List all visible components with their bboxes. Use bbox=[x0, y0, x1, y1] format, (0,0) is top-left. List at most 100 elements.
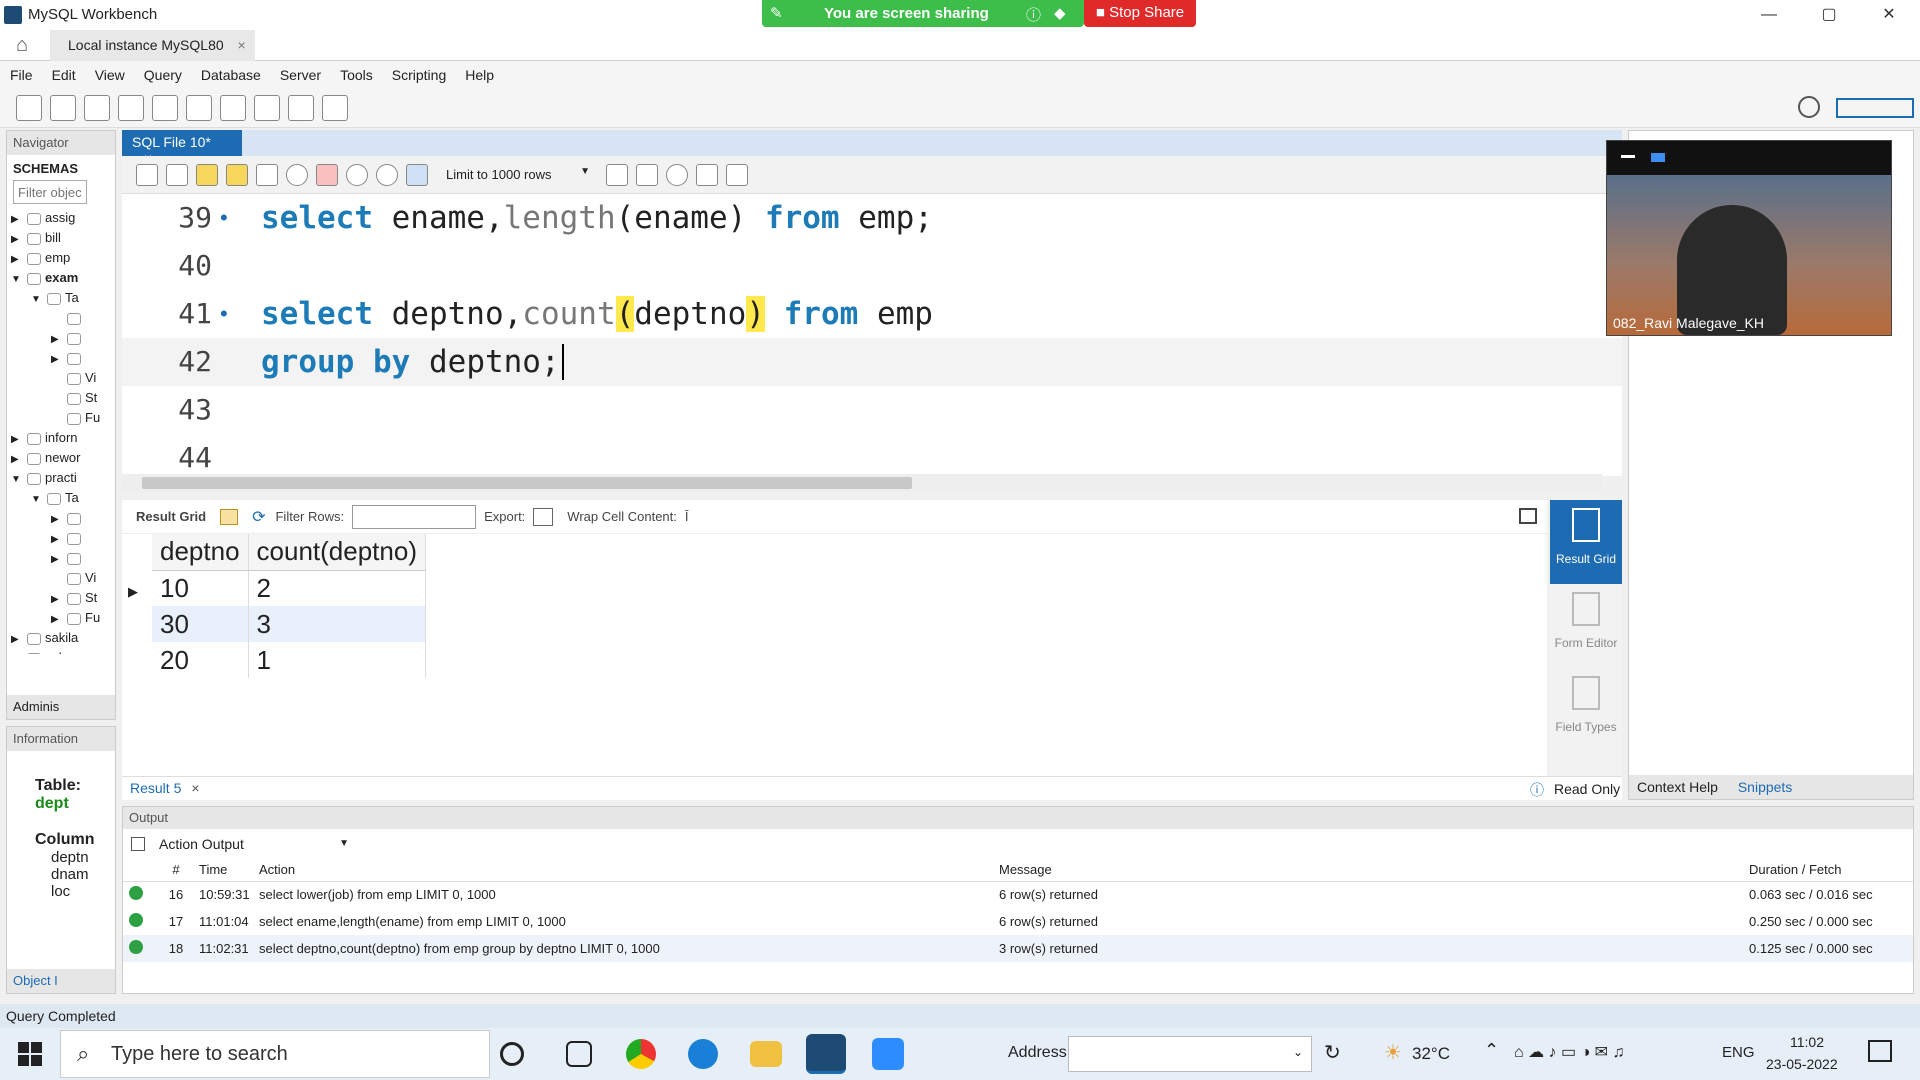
cell[interactable]: 3 bbox=[248, 606, 426, 642]
chevron-right-icon[interactable]: ▶ bbox=[51, 554, 63, 565]
create-table-icon[interactable] bbox=[152, 94, 178, 121]
cell[interactable]: 20 bbox=[152, 642, 249, 678]
clock-time[interactable]: 11:02 bbox=[1790, 1034, 1824, 1050]
create-procedure-icon[interactable] bbox=[220, 94, 246, 121]
cell[interactable]: 30 bbox=[152, 606, 249, 642]
schema-tree-item[interactable]: Vi bbox=[7, 370, 115, 390]
table-row[interactable]: 30 3 bbox=[152, 606, 426, 642]
stop-query-icon[interactable] bbox=[286, 163, 308, 186]
chevron-right-icon[interactable]: ▶ bbox=[51, 594, 63, 605]
open-sql-script-icon[interactable] bbox=[50, 94, 76, 121]
mysql-workbench-taskbar-icon[interactable] bbox=[806, 1034, 846, 1074]
menu-edit[interactable]: Edit bbox=[52, 67, 76, 83]
schema-tree-item[interactable] bbox=[7, 310, 115, 330]
maximize-button[interactable]: ▢ bbox=[1800, 0, 1858, 30]
close-tab-icon[interactable]: × bbox=[238, 37, 246, 53]
minimize-video-icon[interactable] bbox=[1621, 155, 1635, 158]
chevron-down-icon[interactable]: ▼ bbox=[11, 274, 23, 285]
table-row[interactable]: 20 1 bbox=[152, 642, 426, 678]
windows-start-icon[interactable] bbox=[18, 1042, 42, 1066]
chevron-right-icon[interactable]: ▶ bbox=[51, 614, 63, 625]
wrap-cell-icon[interactable]: Ī bbox=[685, 509, 689, 524]
reconnect-icon[interactable] bbox=[322, 94, 348, 121]
create-schema-icon[interactable] bbox=[118, 94, 144, 121]
notifications-icon[interactable] bbox=[1868, 1040, 1892, 1062]
new-sql-tab-icon[interactable] bbox=[16, 94, 42, 121]
view-mode-icon[interactable] bbox=[1651, 153, 1665, 162]
result-grid-side-tab[interactable]: Result Grid bbox=[1550, 500, 1622, 584]
schema-tree-item[interactable]: ▶ St bbox=[7, 590, 115, 610]
connection-tab[interactable]: Local instance MySQL80 × bbox=[50, 30, 255, 61]
output-type-select[interactable]: Action Output ▼ bbox=[159, 836, 349, 852]
search-table-data-icon[interactable] bbox=[288, 94, 314, 121]
table-row[interactable]: 18 11:02:31 select deptno,count(deptno) … bbox=[123, 935, 1913, 962]
create-view-icon[interactable] bbox=[186, 94, 212, 121]
cell[interactable]: 1 bbox=[248, 642, 426, 678]
layout-toggle-icon[interactable] bbox=[1836, 98, 1914, 118]
grid-icon[interactable] bbox=[220, 508, 239, 525]
minimize-button[interactable]: — bbox=[1740, 0, 1798, 30]
chevron-down-icon[interactable]: ▼ bbox=[31, 494, 43, 505]
cell[interactable]: 10 bbox=[152, 570, 249, 606]
schema-tree-item[interactable]: Fu bbox=[7, 410, 115, 430]
snippets-tab[interactable]: Snippets bbox=[1738, 779, 1792, 795]
schema-tree-item[interactable]: ▼ Ta bbox=[7, 490, 115, 510]
execute-current-icon[interactable] bbox=[226, 163, 248, 186]
wrap-lines-icon[interactable] bbox=[726, 163, 748, 186]
inspector-icon[interactable] bbox=[84, 94, 110, 121]
chevron-right-icon[interactable]: ▶ bbox=[11, 634, 23, 645]
sql-editor[interactable]: 39 • select ename,length(ename) from emp… bbox=[122, 194, 1622, 476]
limit-rows-select[interactable]: Limit to 1000 rows ▼ bbox=[442, 162, 592, 188]
schema-tree-item[interactable]: ▶ sakila bbox=[7, 630, 115, 650]
shield-icon[interactable]: ◆ bbox=[1054, 4, 1066, 22]
menu-scripting[interactable]: Scripting bbox=[392, 67, 446, 83]
home-icon[interactable]: ⌂ bbox=[16, 34, 28, 57]
task-view-icon[interactable] bbox=[566, 1041, 592, 1067]
schema-tree-item[interactable]: St bbox=[7, 390, 115, 410]
chevron-right-icon[interactable]: ▶ bbox=[11, 434, 23, 445]
chevron-right-icon[interactable]: ▶ bbox=[11, 454, 23, 465]
language-indicator[interactable]: ENG bbox=[1722, 1044, 1755, 1061]
chevron-right-icon[interactable]: ▶ bbox=[51, 534, 63, 545]
chevron-right-icon[interactable]: ▶ bbox=[51, 354, 63, 365]
table-row[interactable]: 17 11:01:04 select ename,length(ename) f… bbox=[123, 908, 1913, 935]
schema-tree-item[interactable]: Vi bbox=[7, 570, 115, 590]
refresh-icon[interactable]: ↻ bbox=[1324, 1040, 1341, 1065]
sql-file-tab[interactable]: SQL File 10* × bbox=[122, 130, 242, 166]
cortana-icon[interactable] bbox=[500, 1042, 524, 1066]
schema-tree-item[interactable]: ▶ bbox=[7, 330, 115, 350]
scrollbar-thumb[interactable] bbox=[142, 477, 912, 489]
menu-database[interactable]: Database bbox=[201, 67, 261, 83]
participant-video[interactable]: 082_Ravi Malegave_KH bbox=[1606, 140, 1892, 336]
execute-icon[interactable] bbox=[196, 163, 218, 186]
column-header[interactable]: Time bbox=[193, 859, 253, 882]
beautify-icon[interactable] bbox=[636, 163, 658, 186]
edge-icon[interactable] bbox=[688, 1039, 718, 1069]
rollback-icon[interactable] bbox=[376, 163, 398, 186]
cell[interactable]: 2 bbox=[248, 570, 426, 606]
open-file-icon[interactable] bbox=[136, 163, 158, 186]
chevron-down-icon[interactable]: ▼ bbox=[31, 294, 43, 305]
autocommit-icon[interactable] bbox=[406, 163, 428, 186]
column-header[interactable]: deptno bbox=[152, 534, 249, 571]
schema-tree-item[interactable]: ▼ Ta bbox=[7, 290, 115, 310]
schema-tree-item[interactable]: ▶sales bbox=[7, 650, 115, 654]
find-icon[interactable] bbox=[666, 163, 688, 186]
context-help-tab[interactable]: Context Help bbox=[1637, 779, 1718, 795]
menu-help[interactable]: Help bbox=[465, 67, 494, 83]
menu-file[interactable]: File bbox=[10, 67, 33, 83]
close-button[interactable]: ✕ bbox=[1860, 0, 1918, 30]
close-tab-icon[interactable]: × bbox=[191, 780, 199, 796]
field-types-side-tab[interactable]: Field Types bbox=[1550, 668, 1622, 752]
menu-server[interactable]: Server bbox=[280, 67, 321, 83]
form-editor-side-tab[interactable]: Form Editor bbox=[1550, 584, 1622, 668]
filter-rows-input[interactable] bbox=[352, 504, 477, 529]
create-function-icon[interactable] bbox=[254, 94, 280, 121]
table-row[interactable]: 10 2 bbox=[152, 570, 426, 606]
show-hidden-icons-icon[interactable]: ⌃ bbox=[1484, 1040, 1499, 1061]
schema-tree-item[interactable]: ▶ bbox=[7, 530, 115, 550]
toggle-error-icon[interactable] bbox=[316, 163, 338, 186]
export-icon[interactable] bbox=[533, 507, 554, 526]
settings-icon[interactable] bbox=[1798, 96, 1820, 118]
explain-icon[interactable] bbox=[256, 163, 278, 186]
